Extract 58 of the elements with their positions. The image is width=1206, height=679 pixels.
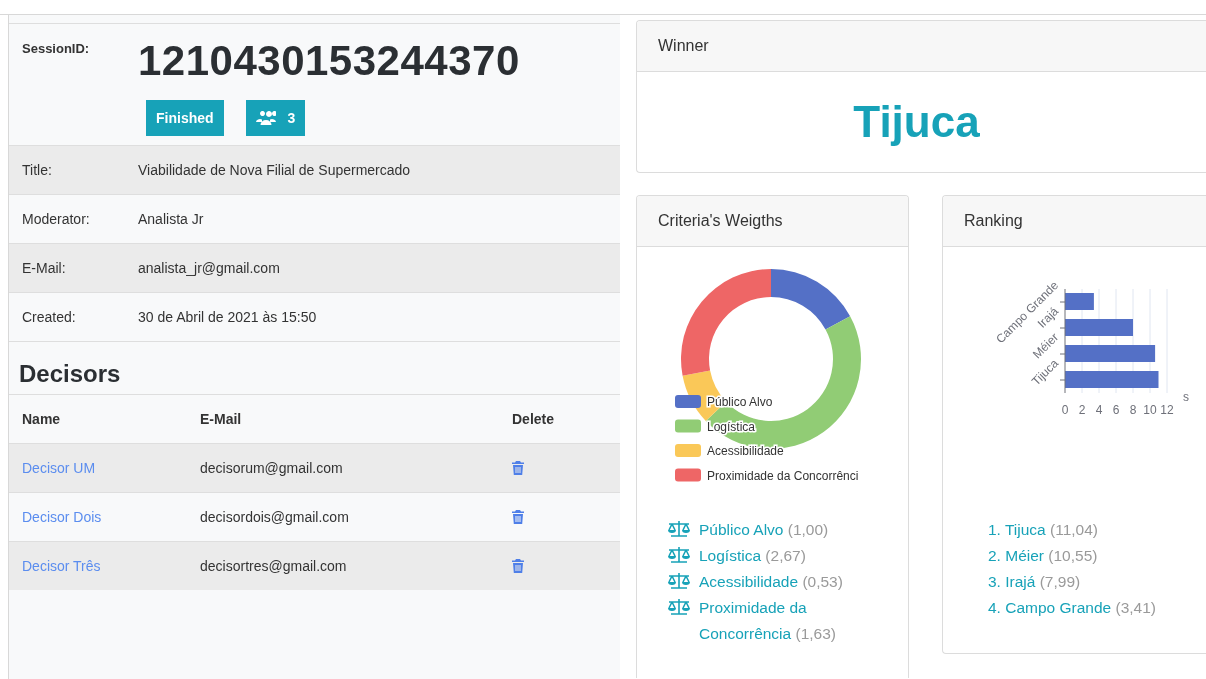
legend-label: Proximidade da Concorrênci	[707, 468, 859, 483]
criterion-link[interactable]: Público Alvo (1,00)	[699, 517, 829, 543]
legend-label: Público Alvo	[707, 395, 773, 409]
detail-value: 30 de Abril de 2021 às 15:50	[138, 309, 318, 325]
scale-icon	[667, 598, 691, 616]
column-header: Delete	[512, 411, 556, 427]
tick-label: 2	[1078, 403, 1086, 417]
trash-icon	[512, 559, 524, 573]
column-header: E-Mail	[200, 411, 243, 427]
tick-label: 8	[1129, 403, 1137, 417]
table-cell-text: decisortres@gmail.com	[200, 558, 348, 574]
users-icon	[255, 110, 276, 126]
ranking-link[interactable]: 4. Campo Grande (3,41)	[988, 595, 1156, 621]
bar	[1065, 293, 1094, 310]
column-header: Name	[22, 411, 62, 427]
card-title: Ranking	[943, 196, 1206, 247]
session-id: 1210430153244370	[138, 38, 521, 84]
status-badge: Finished	[146, 100, 224, 136]
detail-label: Moderator:	[22, 211, 91, 227]
participants-badge: 3	[245, 100, 306, 136]
tick-label: 10	[1143, 403, 1157, 417]
delete-button[interactable]	[512, 510, 524, 524]
criterion-link[interactable]: Logística (2,67)	[699, 543, 806, 569]
scale-icon	[667, 572, 691, 590]
table-cell-text: decisordois@gmail.com	[200, 509, 350, 525]
section-heading: Decisors	[9, 341, 620, 394]
ranking-link[interactable]: 3. Irajá (7,99)	[988, 569, 1081, 595]
detail-value: analista_jr@gmail.com	[138, 260, 281, 276]
tick-label: 0	[1061, 403, 1069, 417]
tick-label: 6	[1112, 403, 1120, 417]
winner-name: Tijuca	[853, 97, 980, 147]
card-title: Winner	[637, 21, 1206, 72]
detail-label: E-Mail:	[22, 260, 67, 276]
bar	[1065, 319, 1133, 336]
ranking-link[interactable]: 2. Méier (10,55)	[988, 543, 1098, 569]
trash-icon	[512, 461, 524, 475]
scale-icon	[667, 546, 691, 564]
detail-value: Analista Jr	[138, 211, 205, 227]
session-id-label: SessionID:	[22, 40, 91, 58]
trash-icon	[512, 510, 524, 524]
scale-icon	[667, 520, 691, 538]
detail-label: Title:	[22, 162, 53, 178]
detail-value: Viabilidade de Nova Filial de Supermercado	[138, 162, 412, 178]
tick-label: 4	[1095, 403, 1103, 417]
decisor-link[interactable]: Decisor UM	[22, 460, 96, 476]
criterion-link[interactable]: Proximidade da Concorrência (1,63)	[699, 595, 879, 647]
table-cell-text: decisorum@gmail.com	[200, 460, 344, 476]
tick-label: 12	[1160, 403, 1174, 417]
axis-label: s	[1183, 390, 1189, 404]
ranking-link[interactable]: 1. Tijuca (11,04)	[988, 517, 1098, 543]
decisor-link[interactable]: Decisor Dois	[22, 509, 102, 525]
card-title: Criteria's Weigths	[637, 196, 908, 247]
legend-label: Acessibilidade	[707, 444, 784, 458]
criterion-link[interactable]: Acessibilidade (0,53)	[699, 569, 843, 595]
delete-button[interactable]	[512, 461, 524, 475]
delete-button[interactable]	[512, 559, 524, 573]
detail-label: Created:	[22, 309, 77, 325]
decisor-link[interactable]: Decisor Três	[22, 558, 101, 574]
